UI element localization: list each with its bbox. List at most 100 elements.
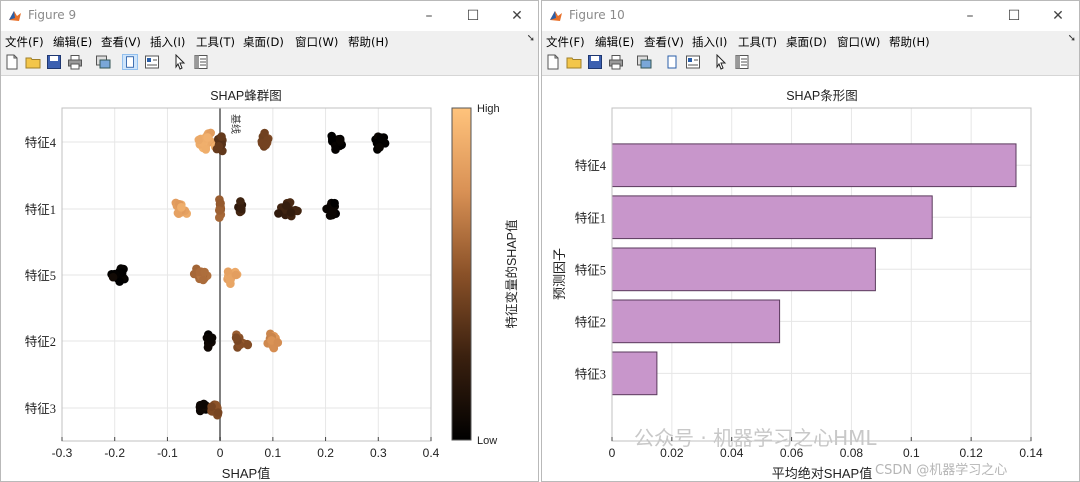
y-axis-label: 预测因子 bbox=[552, 248, 567, 300]
x-tick-label: 0.14 bbox=[1019, 446, 1043, 460]
beeswarm-point bbox=[203, 343, 213, 352]
title-bar[interactable]: Figure 10 – ☐ ✕ bbox=[542, 1, 1079, 31]
beeswarm-point bbox=[274, 209, 283, 218]
chart-title: SHAP蜂群图 bbox=[210, 89, 282, 103]
beeswarm-point bbox=[108, 272, 118, 282]
x-tick-label: 0 bbox=[217, 446, 224, 460]
menu-view[interactable]: 查看(V) bbox=[644, 34, 684, 50]
close-button[interactable]: ✕ bbox=[497, 5, 537, 27]
beeswarm-point bbox=[231, 333, 241, 343]
x-tick-label: -0.2 bbox=[104, 446, 125, 460]
bar bbox=[611, 299, 781, 344]
y-tick-label: 特征5 bbox=[575, 262, 606, 277]
menu-bar: 文件(F) 编辑(E) 查看(V) 插入(I) 工具(T) 桌面(D) 窗口(W… bbox=[542, 31, 1079, 51]
menu-bar: 文件(F) 编辑(E) 查看(V) 插入(I) 工具(T) 桌面(D) 窗口(W… bbox=[1, 31, 538, 51]
x-tick-label: -0.3 bbox=[52, 446, 73, 460]
minimize-button[interactable]: – bbox=[409, 5, 449, 27]
beeswarm-point bbox=[199, 400, 209, 409]
matlab-logo-icon bbox=[9, 11, 21, 21]
y-tick-label: 特征1 bbox=[25, 202, 56, 217]
panel-toggle-icon[interactable] bbox=[144, 54, 160, 70]
print-icon[interactable] bbox=[608, 54, 624, 70]
menu-help[interactable]: 帮助(H) bbox=[889, 34, 930, 50]
beeswarm-point bbox=[231, 270, 241, 280]
save-icon[interactable] bbox=[46, 54, 62, 70]
panel-toggle-icon[interactable] bbox=[685, 54, 701, 70]
open-folder-icon[interactable] bbox=[25, 54, 41, 70]
new-file-icon[interactable] bbox=[4, 54, 20, 70]
matlab-logo-icon bbox=[550, 11, 562, 21]
menu-help[interactable]: 帮助(H) bbox=[348, 34, 389, 50]
beeswarm-point bbox=[330, 198, 339, 208]
menu-window[interactable]: 窗口(W) bbox=[295, 34, 338, 50]
beeswarm-point bbox=[243, 340, 253, 350]
x-tick-label: 0.1 bbox=[265, 446, 282, 460]
figure-canvas: 0 0.02 0.04 0.06 0.08 0.1 0.12 0.14 特征4 特征1 特征5 特征… bbox=[542, 76, 1079, 481]
y-tick-label: 特征3 bbox=[575, 366, 606, 381]
beeswarm-point bbox=[217, 132, 226, 141]
menu-insert[interactable]: 插入(I) bbox=[150, 34, 185, 50]
y-tick-label: 特征4 bbox=[25, 135, 57, 150]
menu-edit[interactable]: 编辑(E) bbox=[53, 34, 92, 50]
colorbar bbox=[451, 107, 472, 441]
csdn-watermark: CSDN @机器学习之心 bbox=[875, 463, 1008, 478]
dock-figure-icon[interactable] bbox=[664, 54, 680, 70]
dock-arrow-icon[interactable]: ➘ bbox=[527, 33, 535, 44]
maximize-button[interactable]: ☐ bbox=[994, 5, 1034, 27]
minimize-button[interactable]: – bbox=[950, 5, 990, 27]
window-title: Figure 10 bbox=[569, 8, 625, 22]
x-tick-label: 0.4 bbox=[423, 446, 440, 460]
beeswarm-point bbox=[214, 142, 224, 151]
beeswarm-point bbox=[375, 143, 384, 152]
wechat-watermark: 公众号 · 机器学习之心HML bbox=[634, 426, 877, 450]
beeswarm-point bbox=[215, 206, 224, 215]
beeswarm-point bbox=[201, 145, 211, 154]
x-tick-label: -0.1 bbox=[157, 446, 178, 460]
save-icon[interactable] bbox=[587, 54, 603, 70]
menu-file[interactable]: 文件(F) bbox=[546, 34, 585, 50]
menu-window[interactable]: 窗口(W) bbox=[837, 34, 880, 50]
beeswarm-chart: 基线 -0.3 -0.2 -0.1 0 0.1 0.2 0.3 0.4 特征4 特征1 特征5 特征… bbox=[25, 89, 519, 481]
property-inspector-icon[interactable] bbox=[734, 54, 750, 70]
menu-desktop[interactable]: 桌面(D) bbox=[243, 34, 284, 50]
pointer-icon[interactable] bbox=[172, 54, 188, 70]
menu-insert[interactable]: 插入(I) bbox=[692, 34, 727, 50]
y-tick-label: 特征3 bbox=[25, 401, 56, 416]
figure-window-9: Figure 9 – ☐ ✕ 文件(F) 编辑(E) 查看(V) 插入(I) 工… bbox=[0, 0, 539, 482]
bar bbox=[611, 143, 1017, 188]
beeswarm-point bbox=[237, 204, 246, 213]
maximize-button[interactable]: ☐ bbox=[453, 5, 493, 27]
dock-arrow-icon[interactable]: ➘ bbox=[1068, 33, 1076, 44]
baseline-label: 基线 bbox=[229, 114, 242, 134]
beeswarm-point bbox=[261, 140, 271, 150]
menu-edit[interactable]: 编辑(E) bbox=[595, 34, 634, 50]
menu-tools[interactable]: 工具(T) bbox=[196, 34, 235, 50]
colorbar-low-label: Low bbox=[477, 435, 497, 447]
bar bbox=[611, 247, 876, 292]
link-figure-icon[interactable] bbox=[636, 54, 652, 70]
open-folder-icon[interactable] bbox=[566, 54, 582, 70]
menu-desktop[interactable]: 桌面(D) bbox=[786, 34, 827, 50]
window-title: Figure 9 bbox=[28, 8, 77, 22]
beeswarm-point bbox=[213, 408, 223, 417]
print-icon[interactable] bbox=[67, 54, 83, 70]
beeswarm-point bbox=[198, 275, 208, 285]
new-file-icon[interactable] bbox=[545, 54, 561, 70]
beeswarm-point bbox=[207, 402, 216, 411]
y-tick-label: 特征1 bbox=[575, 210, 606, 225]
menu-file[interactable]: 文件(F) bbox=[5, 34, 44, 50]
figure-canvas: 基线 -0.3 -0.2 -0.1 0 0.1 0.2 0.3 0.4 特征4 特征1 特征5 特征… bbox=[1, 76, 538, 481]
y-tick-label: 特征5 bbox=[25, 268, 56, 283]
property-inspector-icon[interactable] bbox=[193, 54, 209, 70]
beeswarm-point bbox=[203, 133, 212, 142]
menu-tools[interactable]: 工具(T) bbox=[738, 34, 777, 50]
x-tick-label: 0.1 bbox=[903, 446, 920, 460]
menu-view[interactable]: 查看(V) bbox=[101, 34, 141, 50]
close-button[interactable]: ✕ bbox=[1038, 5, 1078, 27]
pointer-icon[interactable] bbox=[713, 54, 729, 70]
link-figure-icon[interactable] bbox=[95, 54, 111, 70]
y-tick-label: 特征2 bbox=[25, 334, 56, 349]
x-axis-label: 平均绝对SHAP值 bbox=[772, 466, 872, 481]
title-bar[interactable]: Figure 9 – ☐ ✕ bbox=[1, 1, 538, 31]
dock-figure-icon[interactable] bbox=[122, 54, 138, 70]
